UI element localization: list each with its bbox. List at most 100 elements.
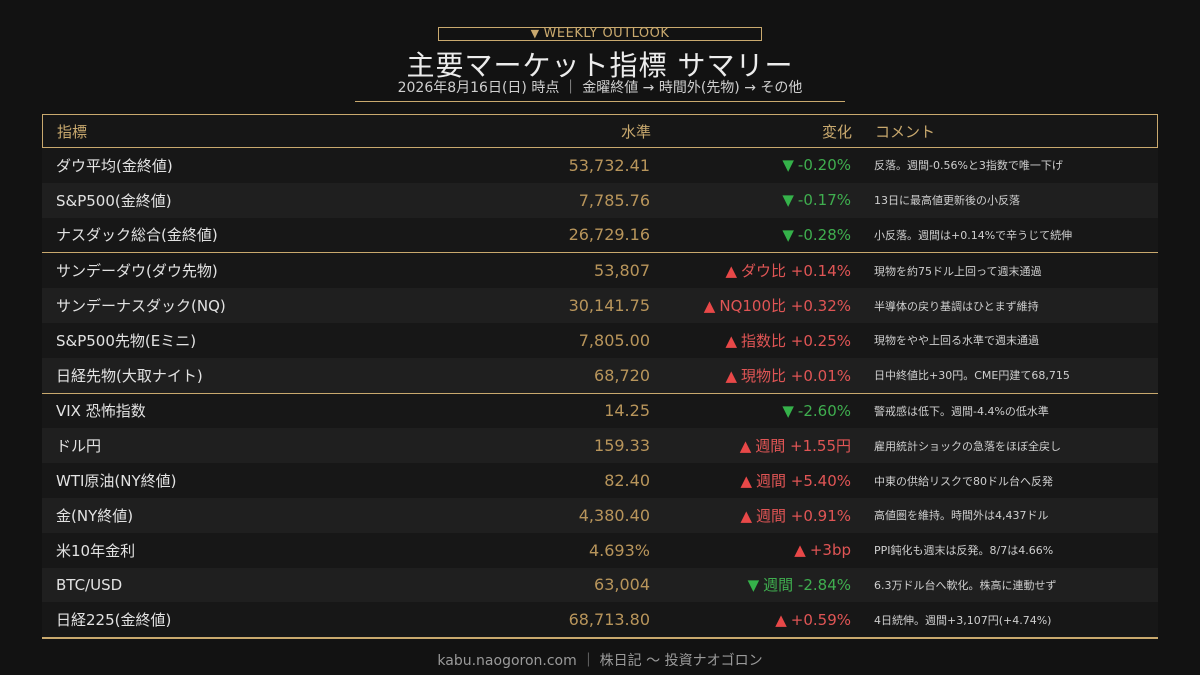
table-row: ナスダック総合(金終値) 26,729.16 ▼ -0.28% 小反落。週間は+0.14… — [42, 217, 1158, 253]
triangle-down-icon: ▼ — [782, 401, 794, 420]
indicator-name: 日経225(金終値) — [56, 611, 172, 630]
indicator-comment: 中東の供給リスクで80ドル台へ反発 — [874, 474, 1053, 488]
indicator-name: ダウ平均(金終値) — [56, 156, 173, 175]
triangle-up-icon: ▲ — [725, 331, 737, 350]
table-body: ダウ平均(金終値) 53,732.41 ▼ -0.20% 反落。週間-0.56%と3指数… — [42, 148, 1158, 640]
indicator-level: 30,141.75 — [568, 296, 650, 316]
indicator-name: WTI原油(NY終値) — [56, 472, 177, 491]
triangle-up-icon: ▲ — [775, 610, 787, 629]
indicator-change: ▼ 週間 -2.84% — [650, 574, 851, 595]
indicator-name: 金(NY終値) — [56, 506, 134, 525]
badge-label: WEEKLY OUTLOOK — [543, 26, 670, 41]
indicator-change: ▲ 現物比 +0.01% — [650, 365, 851, 386]
table-row: VIX 恐怖指数 14.25 ▼ -2.60% 警戒感は低下。週間-4.4%の低水準 — [42, 393, 1158, 429]
table-row: サンデーダウ(ダウ先物) 53,807 ▲ ダウ比 +0.14% 現物を約75ドル上回っ… — [42, 253, 1158, 289]
indicator-comment: 4日続伸。週間+3,107円(+4.74%) — [874, 613, 1052, 627]
indicator-change: ▲ +3bp — [650, 541, 851, 559]
table-row: 日経先物(大取ナイト) 68,720 ▲ 現物比 +0.01% 日中終値比+30円。CM… — [42, 357, 1158, 393]
indicator-change: ▲ +0.59% — [650, 611, 851, 629]
footer-credit: kabu.naogoron.com ｜ 株日記 〜 投資ナオゴロン — [437, 653, 763, 669]
indicator-comment: 雇用統計ショックの急落をほぼ全戻し — [874, 439, 1061, 453]
indicator-level: 82.40 — [604, 471, 650, 491]
indicator-level: 14.25 — [604, 401, 650, 421]
indicator-change: ▼ -2.60% — [650, 402, 851, 420]
row-group: ダウ平均(金終値) 53,732.41 ▼ -0.20% 反落。週間-0.56%と3指数… — [42, 148, 1158, 254]
indicator-comment: 警戒感は低下。週間-4.4%の低水準 — [874, 404, 1049, 418]
table-row: ドル円 159.33 ▲ 週間 +1.55円 雇用統計ショックの急落をほぼ全戻し — [42, 428, 1158, 464]
table-row: 金(NY終値) 4,380.40 ▲ 週間 +0.91% 高値圏を維持。時間外は4,43… — [42, 497, 1158, 533]
header-change: 変化 — [821, 122, 852, 141]
change-value: 週間 +0.91% — [756, 506, 851, 525]
table-row: サンデーナスダック(NQ) 30,141.75 ▲ NQ100比 +0.32% 半導体の… — [42, 288, 1158, 323]
indicator-change: ▼ -0.20% — [650, 156, 851, 174]
triangle-up-icon: ▲ — [725, 262, 737, 281]
change-value: -2.60% — [797, 401, 851, 420]
change-value: +3bp — [809, 541, 851, 560]
indicator-name: 米10年金利 — [56, 541, 136, 560]
indicator-comment: 現物をやや上回る水準で週末通過 — [874, 334, 1039, 348]
triangle-up-icon: ▲ — [739, 437, 752, 456]
indicator-level: 4.693% — [588, 540, 650, 560]
indicator-name: ドル円 — [56, 437, 102, 456]
indicator-name: ナスダック総合(金終値) — [56, 226, 218, 245]
indicator-level: 7,805.00 — [578, 330, 650, 350]
change-value: 指数比 +0.25% — [741, 331, 851, 350]
indicator-change: ▼ -0.28% — [650, 226, 851, 244]
change-value: NQ100比 +0.32% — [719, 297, 851, 316]
table-row: S&P500(金終値) 7,785.76 ▼ -0.17% 13日に最高値更新後の小反落 — [42, 182, 1158, 218]
weekly-outlook-badge: ▼ WEEKLY OUTLOOK — [438, 27, 762, 41]
triangle-up-icon: ▲ — [703, 297, 716, 316]
indicator-comment: 現物を約75ドル上回って週末通過 — [874, 264, 1042, 278]
indicator-name: サンデーナスダック(NQ) — [56, 297, 226, 316]
indicator-change: ▲ 週間 +1.55円 — [650, 435, 851, 456]
page-subtitle: 2026年8月16日(日) 時点 ｜ 金曜終値 → 時間外(先物) → その他 — [397, 80, 803, 96]
indicator-name: S&P500(金終値) — [56, 191, 172, 210]
table-row: ダウ平均(金終値) 53,732.41 ▼ -0.20% 反落。週間-0.56%と3指数… — [42, 148, 1158, 183]
indicator-level: 68,720 — [594, 365, 650, 385]
table-row: 日経225(金終値) 68,713.80 ▲ +0.59% 4日続伸。週間+3,107円… — [42, 602, 1158, 638]
triangle-up-icon: ▲ — [794, 541, 806, 560]
indicator-level: 4,380.40 — [578, 505, 650, 525]
indicator-level: 159.33 — [594, 436, 650, 456]
indicator-name: BTC/USD — [56, 575, 123, 594]
triangle-up-icon: ▲ — [740, 506, 752, 525]
header-level: 水準 — [620, 122, 651, 141]
change-value: -0.20% — [797, 156, 851, 175]
triangle-down-icon: ▼ — [782, 191, 794, 210]
triangle-down-icon: ▼ — [747, 576, 760, 595]
row-group: サンデーダウ(ダウ先物) 53,807 ▲ ダウ比 +0.14% 現物を約75ドル上回っ… — [42, 253, 1158, 394]
indicator-name: S&P500先物(Eミニ) — [56, 331, 197, 350]
indicator-comment: 反落。週間-0.56%と3指数で唯一下げ — [874, 159, 1063, 173]
subtitle-divider — [355, 101, 845, 102]
indicator-level: 53,732.41 — [568, 155, 650, 175]
change-value: -0.17% — [797, 191, 851, 210]
change-value: 週間 +5.40% — [756, 472, 851, 491]
indicator-level: 63,004 — [594, 575, 650, 595]
table-header: 指標 水準 変化 コメント — [42, 114, 1158, 148]
indicator-level: 7,785.76 — [578, 190, 650, 210]
indicator-comment: 6.3万ドル台へ軟化。株高に連動せず — [874, 578, 1057, 592]
indicator-change: ▲ 指数比 +0.25% — [650, 330, 851, 351]
indicator-change: ▲ 週間 +5.40% — [650, 470, 851, 491]
triangle-up-icon: ▲ — [740, 472, 752, 491]
indicator-change: ▲ ダウ比 +0.14% — [650, 260, 851, 281]
indicator-level: 26,729.16 — [568, 225, 650, 245]
row-group: VIX 恐怖指数 14.25 ▼ -2.60% 警戒感は低下。週間-4.4%の低水準 ドル… — [42, 393, 1158, 640]
triangle-up-icon: ▲ — [725, 366, 737, 385]
indicator-comment: 13日に最高値更新後の小反落 — [874, 194, 1020, 208]
triangle-down-icon: ▼ — [782, 225, 794, 244]
indicator-comment: 高値圏を維持。時間外は4,437ドル — [874, 509, 1049, 523]
triangle-down-icon: ▼ — [782, 156, 794, 175]
change-value: -0.28% — [797, 225, 851, 244]
indicator-comment: PPI鈍化も週末は反発。8/7は4.66% — [874, 544, 1054, 558]
indicator-name: VIX 恐怖指数 — [56, 402, 146, 421]
indicator-table: 指標 水準 変化 コメント ダウ平均(金終値) 53,732.41 ▼ -0.20% 反… — [42, 114, 1158, 640]
change-value: ダウ比 +0.14% — [741, 262, 851, 281]
change-value: 週間 -2.84% — [763, 576, 851, 595]
outlook-page: ▼ WEEKLY OUTLOOK 主要マーケット指標 サマリー 2026年8月1… — [0, 0, 1200, 675]
indicator-change: ▲ NQ100比 +0.32% — [650, 295, 851, 316]
header-name: 指標 — [57, 122, 88, 141]
indicator-name: サンデーダウ(ダウ先物) — [56, 262, 218, 281]
indicator-change: ▲ 週間 +0.91% — [650, 505, 851, 526]
indicator-level: 68,713.80 — [568, 610, 650, 630]
